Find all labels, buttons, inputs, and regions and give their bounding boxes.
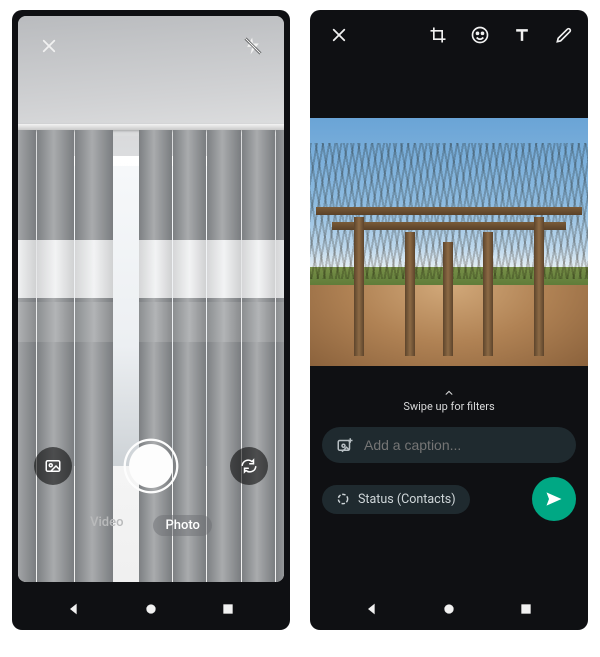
- add-photo-icon[interactable]: [336, 436, 354, 454]
- close-icon[interactable]: [34, 31, 64, 61]
- send-button[interactable]: [532, 477, 576, 521]
- switch-camera-button[interactable]: [230, 447, 268, 485]
- mode-selector: Video Photo: [18, 515, 284, 536]
- text-icon[interactable]: [508, 21, 536, 49]
- nav-home-icon[interactable]: [136, 594, 166, 624]
- android-nav-bar: [12, 588, 290, 630]
- close-icon[interactable]: [324, 20, 354, 50]
- mode-video[interactable]: Video: [90, 515, 123, 536]
- send-icon: [544, 489, 564, 509]
- swipe-hint[interactable]: Swipe up for filters: [310, 388, 588, 413]
- status-ring-icon: [336, 492, 350, 506]
- viewfinder: Video Photo: [18, 16, 284, 582]
- nav-recent-icon[interactable]: [213, 594, 243, 624]
- flash-off-icon[interactable]: [238, 31, 268, 61]
- nav-recent-icon[interactable]: [511, 594, 541, 624]
- mode-photo[interactable]: Photo: [153, 515, 211, 536]
- chevron-up-icon: [442, 388, 456, 398]
- caption-input[interactable]: [364, 437, 562, 453]
- nav-home-icon[interactable]: [434, 594, 464, 624]
- android-nav-bar: [310, 588, 588, 630]
- nav-back-icon[interactable]: [357, 594, 387, 624]
- crop-rotate-icon[interactable]: [424, 21, 452, 49]
- draw-icon[interactable]: [550, 21, 578, 49]
- audience-label: Status (Contacts): [358, 492, 456, 507]
- shutter-button[interactable]: [119, 434, 183, 498]
- swipe-hint-label: Swipe up for filters: [403, 400, 494, 413]
- editor-screen: Swipe up for filters Status (Contacts): [310, 10, 588, 630]
- camera-screen: Video Photo: [12, 10, 290, 630]
- emoji-icon[interactable]: [466, 21, 494, 49]
- audience-pill[interactable]: Status (Contacts): [322, 485, 470, 514]
- gallery-button[interactable]: [34, 447, 72, 485]
- caption-row: [322, 427, 576, 463]
- photo-preview[interactable]: [310, 118, 588, 366]
- nav-back-icon[interactable]: [59, 594, 89, 624]
